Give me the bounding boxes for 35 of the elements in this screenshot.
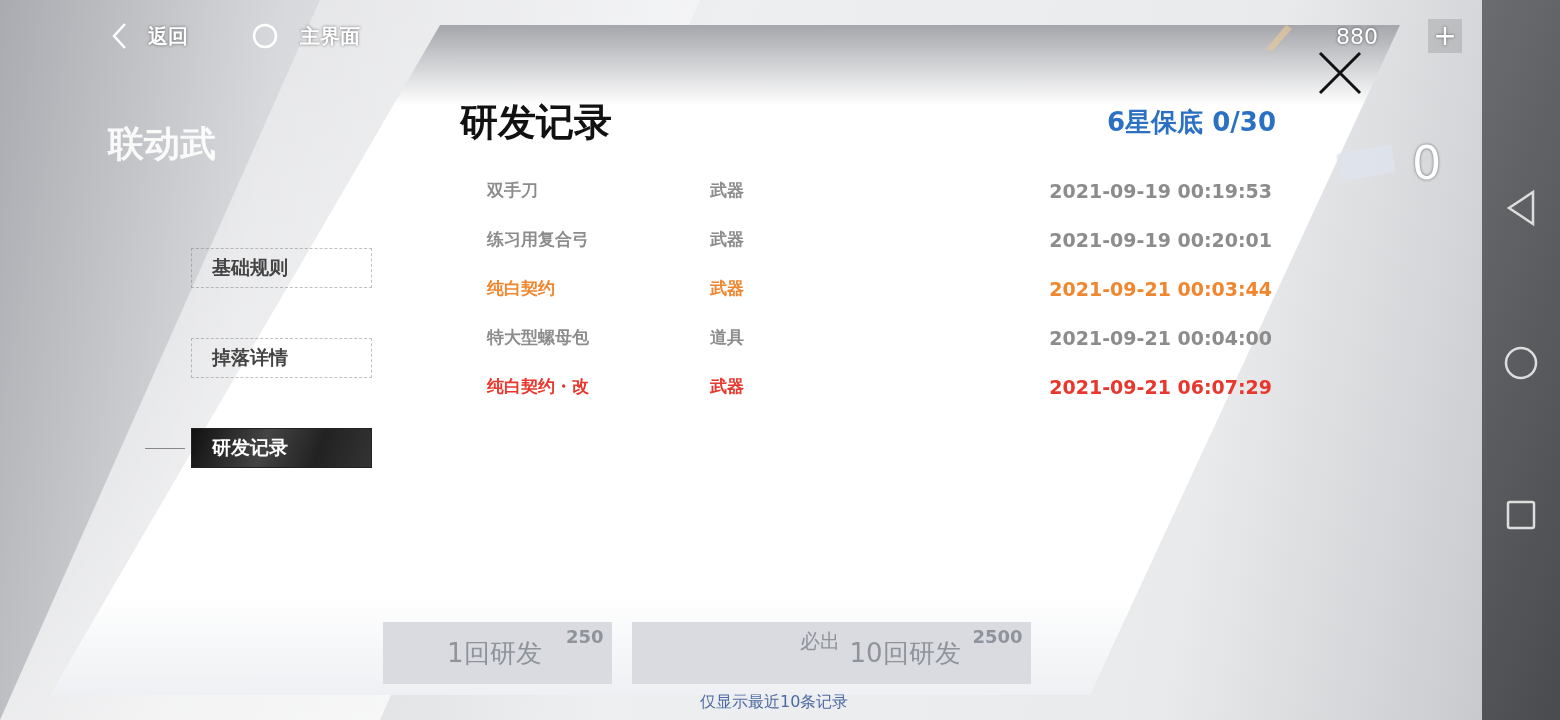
circle-icon — [252, 23, 278, 49]
back-triangle-icon[interactable] — [1505, 189, 1537, 227]
home-button[interactable]: 主界面 — [252, 22, 360, 50]
recents-square-icon[interactable] — [1505, 499, 1537, 531]
side-tab[interactable]: 基础规则 — [191, 248, 372, 288]
item-name: 特大型螺母包 — [487, 326, 590, 349]
draw-time: 2021-09-21 00:03:44 — [1049, 277, 1272, 300]
item-name: 双手刀 — [487, 179, 539, 202]
draw-time: 2021-09-19 00:20:01 — [1049, 228, 1272, 251]
cost-label: 250 — [565, 626, 604, 647]
item-name: 纯白契约 — [487, 277, 556, 300]
chevron-left-icon — [110, 22, 128, 50]
draw-label: 1回研发 — [447, 636, 542, 670]
item-type: 武器 — [710, 277, 745, 300]
home-circle-icon[interactable] — [1503, 345, 1539, 381]
draw-time: 2021-09-19 00:19:53 — [1049, 179, 1272, 202]
draw-time: 2021-09-21 00:04:00 — [1049, 326, 1272, 349]
records-note: 仅显示最近10条记录 — [700, 692, 849, 713]
dialog-title: 研发记录 — [460, 99, 612, 146]
item-name: 练习用复合弓 — [487, 228, 590, 251]
item-type: 道具 — [710, 326, 745, 349]
close-icon — [1317, 50, 1363, 96]
pity-counter: 6星保底 0/30 — [1107, 106, 1276, 139]
item-name: 纯白契约・改 — [487, 375, 590, 398]
close-button[interactable] — [1317, 50, 1363, 96]
guarantee-label: 必出 — [799, 628, 840, 655]
draw-time: 2021-09-21 06:07:29 — [1049, 375, 1272, 398]
cost-label: 2500 — [972, 626, 1023, 647]
item-type: 武器 — [710, 228, 745, 251]
currency-amount: 880 — [1336, 23, 1378, 49]
item-type: 武器 — [710, 179, 745, 202]
side-tab[interactable]: 掉落详情 — [191, 338, 372, 378]
side-tab[interactable]: 研发记录 — [191, 428, 372, 468]
item-type: 武器 — [710, 375, 745, 398]
draw-label: 10回研发 — [849, 636, 961, 670]
